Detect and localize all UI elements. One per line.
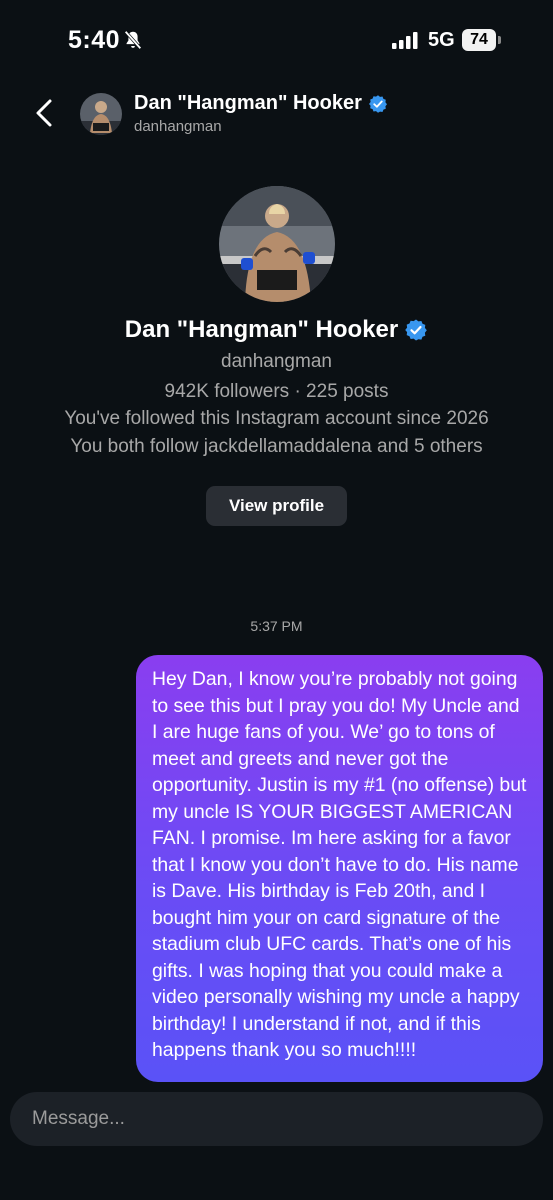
bottom-area xyxy=(0,1150,553,1200)
battery-icon: 74 xyxy=(462,29,502,51)
profile-name-row: Dan "Hangman" Hooker xyxy=(0,316,553,344)
message-text: Hey Dan, I know you’re probably not goin… xyxy=(152,668,527,1061)
verified-badge-icon xyxy=(368,94,387,113)
message-input[interactable] xyxy=(32,1092,512,1146)
view-profile-button[interactable]: View profile xyxy=(206,486,347,526)
back-chevron-icon[interactable] xyxy=(32,98,58,128)
profile-followed-since: You've followed this Instagram account s… xyxy=(64,408,489,429)
profile-name: Dan "Hangman" Hooker xyxy=(124,316,399,343)
header-handle: danhangman xyxy=(134,118,222,135)
network-label: 5G xyxy=(428,29,455,51)
battery-tip xyxy=(498,36,501,44)
profile-avatar[interactable] xyxy=(219,186,335,302)
header-avatar[interactable] xyxy=(80,93,122,135)
status-time: 5:40 xyxy=(68,26,121,54)
message-composer xyxy=(10,1092,543,1146)
verified-badge-icon xyxy=(405,319,428,341)
profile-handle: danhangman xyxy=(221,351,332,372)
profile-stats: 942K followers · 225 posts xyxy=(164,381,389,402)
message-timestamp: 5:37 PM xyxy=(250,618,303,634)
profile-mutuals: You both follow jackdellamaddalena and 5… xyxy=(70,436,483,457)
signal-icon xyxy=(392,32,418,49)
header-name: Dan "Hangman" Hooker xyxy=(134,92,362,114)
bell-slash-icon xyxy=(124,30,142,50)
battery-level: 74 xyxy=(462,29,496,51)
header-name-row[interactable]: Dan "Hangman" Hooker xyxy=(134,92,388,115)
chat-header: Dan "Hangman" Hooker danhangman xyxy=(0,80,553,160)
message-bubble[interactable]: Hey Dan, I know you’re probably not goin… xyxy=(136,655,543,1082)
status-bar: 5:40 5G 74 xyxy=(0,0,553,80)
